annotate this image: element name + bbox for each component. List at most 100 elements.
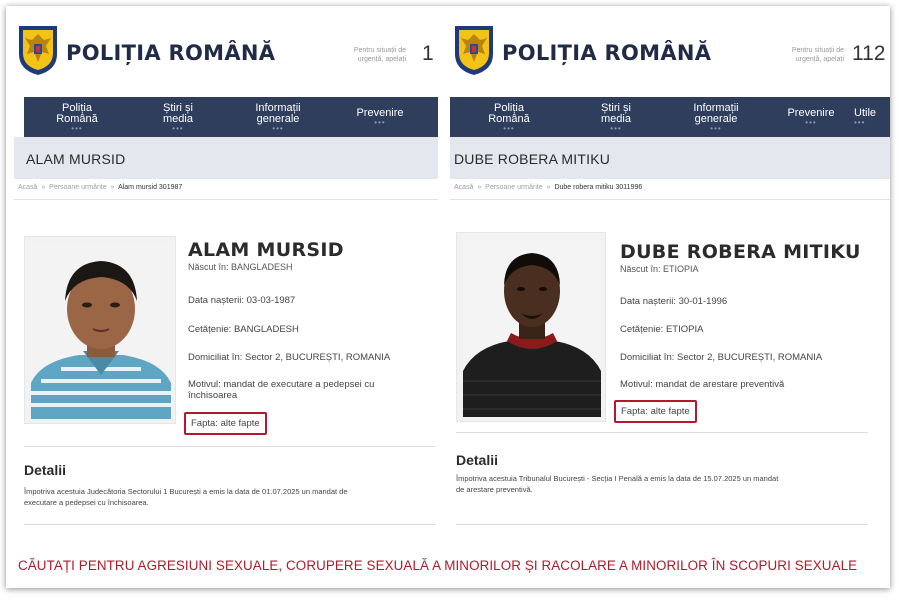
nav-item-informatii-generale[interactable]: Informații generale •••	[226, 97, 330, 137]
warrant-reason-line2: închisoarea	[188, 390, 238, 401]
page-title-band: DUBE ROBERA MITIKU	[450, 137, 890, 179]
person-name: ALAM MURSID	[188, 239, 344, 261]
emergency-label-line2: urgență, apelați	[357, 56, 406, 63]
details-text: Împotriva acestuia Tribunalul București …	[456, 473, 886, 495]
breadcrumb-home[interactable]: Acasă	[454, 184, 473, 191]
romanian-police-crest-icon[interactable]	[18, 24, 58, 76]
nav-label-line2: generale	[694, 112, 738, 125]
suspect-photo	[31, 243, 171, 419]
breadcrumb-separator: »	[41, 184, 46, 191]
nav-label-line2: media	[163, 112, 193, 125]
deed-highlight: Fapta: alte fapte	[184, 412, 267, 435]
emergency-label-line2: urgență, apelați	[795, 56, 844, 63]
nav-dots: •••	[374, 118, 386, 127]
suspect-photo-frame	[24, 236, 176, 424]
caption-banner: CĂUTAȚI PENTRU AGRESIUNI SEXUALE, CORUPE…	[6, 546, 890, 588]
breadcrumb-separator: »	[110, 184, 115, 191]
nav-label-line1: Poliția	[62, 101, 92, 114]
nav-label-line1: Știri și	[163, 101, 193, 114]
nav-dots: •••	[272, 123, 284, 133]
birthplace: Născut în: ETIOPIA	[620, 264, 699, 274]
site-brand[interactable]: POLIȚIA ROMÂNĂ	[66, 41, 275, 65]
page-title-band: ALAM MURSID	[14, 137, 438, 179]
section-divider	[456, 524, 868, 525]
breadcrumb-section[interactable]: Persoane urmărite	[485, 184, 543, 191]
nav-item-politia-romana[interactable]: Poliția Română •••	[450, 97, 568, 137]
suspect-photo	[463, 241, 601, 417]
section-divider	[24, 524, 436, 525]
citizenship: Cetățenie: ETIOPIA	[620, 324, 704, 335]
right-profile-page: POLIȚIA ROMÂNĂ Pentru situații de urgenț…	[450, 6, 890, 546]
details-heading: Detalii	[456, 452, 499, 468]
nav-dots: •••	[503, 123, 515, 133]
nav-item-prevenire[interactable]: Prevenire •••	[768, 97, 854, 137]
breadcrumb-home[interactable]: Acasă	[18, 184, 37, 191]
nav-item-stiri-media[interactable]: Știri și media •••	[568, 97, 664, 137]
nav-label-line2: generale	[256, 112, 300, 125]
nav-dots: •••	[710, 123, 722, 133]
warrant-reason-line1: Motivul: mandat de executare a pedepsei …	[188, 379, 375, 390]
details-line1: Împotriva acestuia Judecătoria Sectorulu…	[24, 487, 348, 496]
nav-label-line2: Română	[56, 112, 98, 125]
site-brand[interactable]: POLIȚIA ROMÂNĂ	[502, 41, 711, 65]
nav-dots: •••	[610, 123, 622, 133]
nav-item-informatii-generale[interactable]: Informații generale •••	[664, 97, 768, 137]
emergency-number[interactable]: 1	[422, 42, 434, 66]
breadcrumb-section[interactable]: Persoane urmărite	[49, 184, 107, 191]
main-nav: Poliția Română ••• Știri și media ••• In…	[24, 97, 438, 137]
details-heading: Detalii	[24, 462, 67, 478]
details-line2: de arestare preventivă.	[456, 485, 533, 494]
nav-label-line1: Informații	[255, 101, 301, 114]
nav-item-utile[interactable]: Utile •••	[854, 97, 890, 137]
site-header: POLIȚIA ROMÂNĂ Pentru situații de urgenț…	[14, 6, 438, 96]
site-header: POLIȚIA ROMÂNĂ Pentru situații de urgenț…	[450, 6, 890, 96]
domicile: Domiciliat în: Sector 2, BUCUREȘTI, ROMA…	[188, 352, 391, 363]
romanian-police-crest-icon[interactable]	[454, 24, 494, 76]
nav-item-politia-romana[interactable]: Poliția Română •••	[24, 97, 130, 137]
birthplace: Născut în: BANGLADESH	[188, 262, 293, 272]
emergency-label: Pentru situații de urgență, apelați	[336, 46, 406, 64]
breadcrumb-divider	[450, 199, 890, 200]
nav-dots: •••	[172, 123, 184, 133]
nav-label-line1: Informații	[693, 101, 739, 114]
emergency-number[interactable]: 112	[852, 42, 885, 66]
nav-label-line1: Poliția	[494, 101, 524, 114]
nav-label-line2: media	[601, 112, 631, 125]
emergency-label-line1: Pentru situații de	[791, 47, 844, 54]
warrant-reason: Motivul: mandat de executare a pedepsei …	[188, 379, 436, 401]
person-name: DUBE ROBERA MITIKU	[620, 241, 861, 263]
page-title: ALAM MURSID	[26, 151, 126, 167]
emergency-label-line1: Pentru situații de	[353, 47, 406, 54]
breadcrumb-current: Dube robera mitiku 3011996	[554, 184, 643, 191]
breadcrumb-divider	[14, 199, 438, 200]
section-divider	[456, 432, 868, 433]
warrant-reason: Motivul: mandat de arestare preventivă	[620, 379, 785, 390]
breadcrumb: Acasă » Persoane urmărite » Dube robera …	[454, 184, 642, 191]
citizenship: Cetățenie: BANGLADESH	[188, 324, 299, 335]
birth-date: Data nașterii: 03-03-1987	[188, 295, 296, 306]
page-title: DUBE ROBERA MITIKU	[454, 151, 611, 167]
breadcrumb: Acasă » Persoane urmărite » Alam mursid …	[18, 184, 182, 191]
details-line2: executare a pedepsei cu închisoarea.	[24, 498, 149, 507]
left-profile-page: POLIȚIA ROMÂNĂ Pentru situații de urgenț…	[14, 6, 438, 546]
nav-dots: •••	[805, 118, 817, 127]
nav-item-stiri-media[interactable]: Știri și media •••	[130, 97, 226, 137]
details-line1: Împotriva acestuia Tribunalul București …	[456, 474, 779, 483]
section-divider	[24, 446, 436, 447]
nav-label-line1: Știri și	[601, 101, 631, 114]
nav-dots: •••	[71, 123, 83, 133]
details-text: Împotriva acestuia Judecătoria Sectorulu…	[24, 486, 438, 508]
deed-highlight: Fapta: alte fapte	[614, 400, 697, 423]
nav-dots: •••	[854, 118, 866, 127]
nav-item-prevenire[interactable]: Prevenire •••	[330, 97, 430, 137]
suspect-photo-frame	[456, 232, 606, 422]
nav-label-line2: Română	[488, 112, 530, 125]
caption-text: CĂUTAȚI PENTRU AGRESIUNI SEXUALE, CORUPE…	[18, 558, 858, 573]
breadcrumb-separator: »	[546, 184, 551, 191]
birth-date: Data nașterii: 30-01-1996	[620, 296, 728, 307]
main-nav: Poliția Română ••• Știri și media ••• In…	[450, 97, 890, 137]
breadcrumb-current: Alam mursid 301987	[118, 184, 183, 191]
screenshot-collage: POLIȚIA ROMÂNĂ Pentru situații de urgenț…	[6, 6, 890, 588]
breadcrumb-separator: »	[477, 184, 482, 191]
domicile: Domiciliat în: Sector 2, BUCUREȘTI, ROMA…	[620, 352, 823, 363]
